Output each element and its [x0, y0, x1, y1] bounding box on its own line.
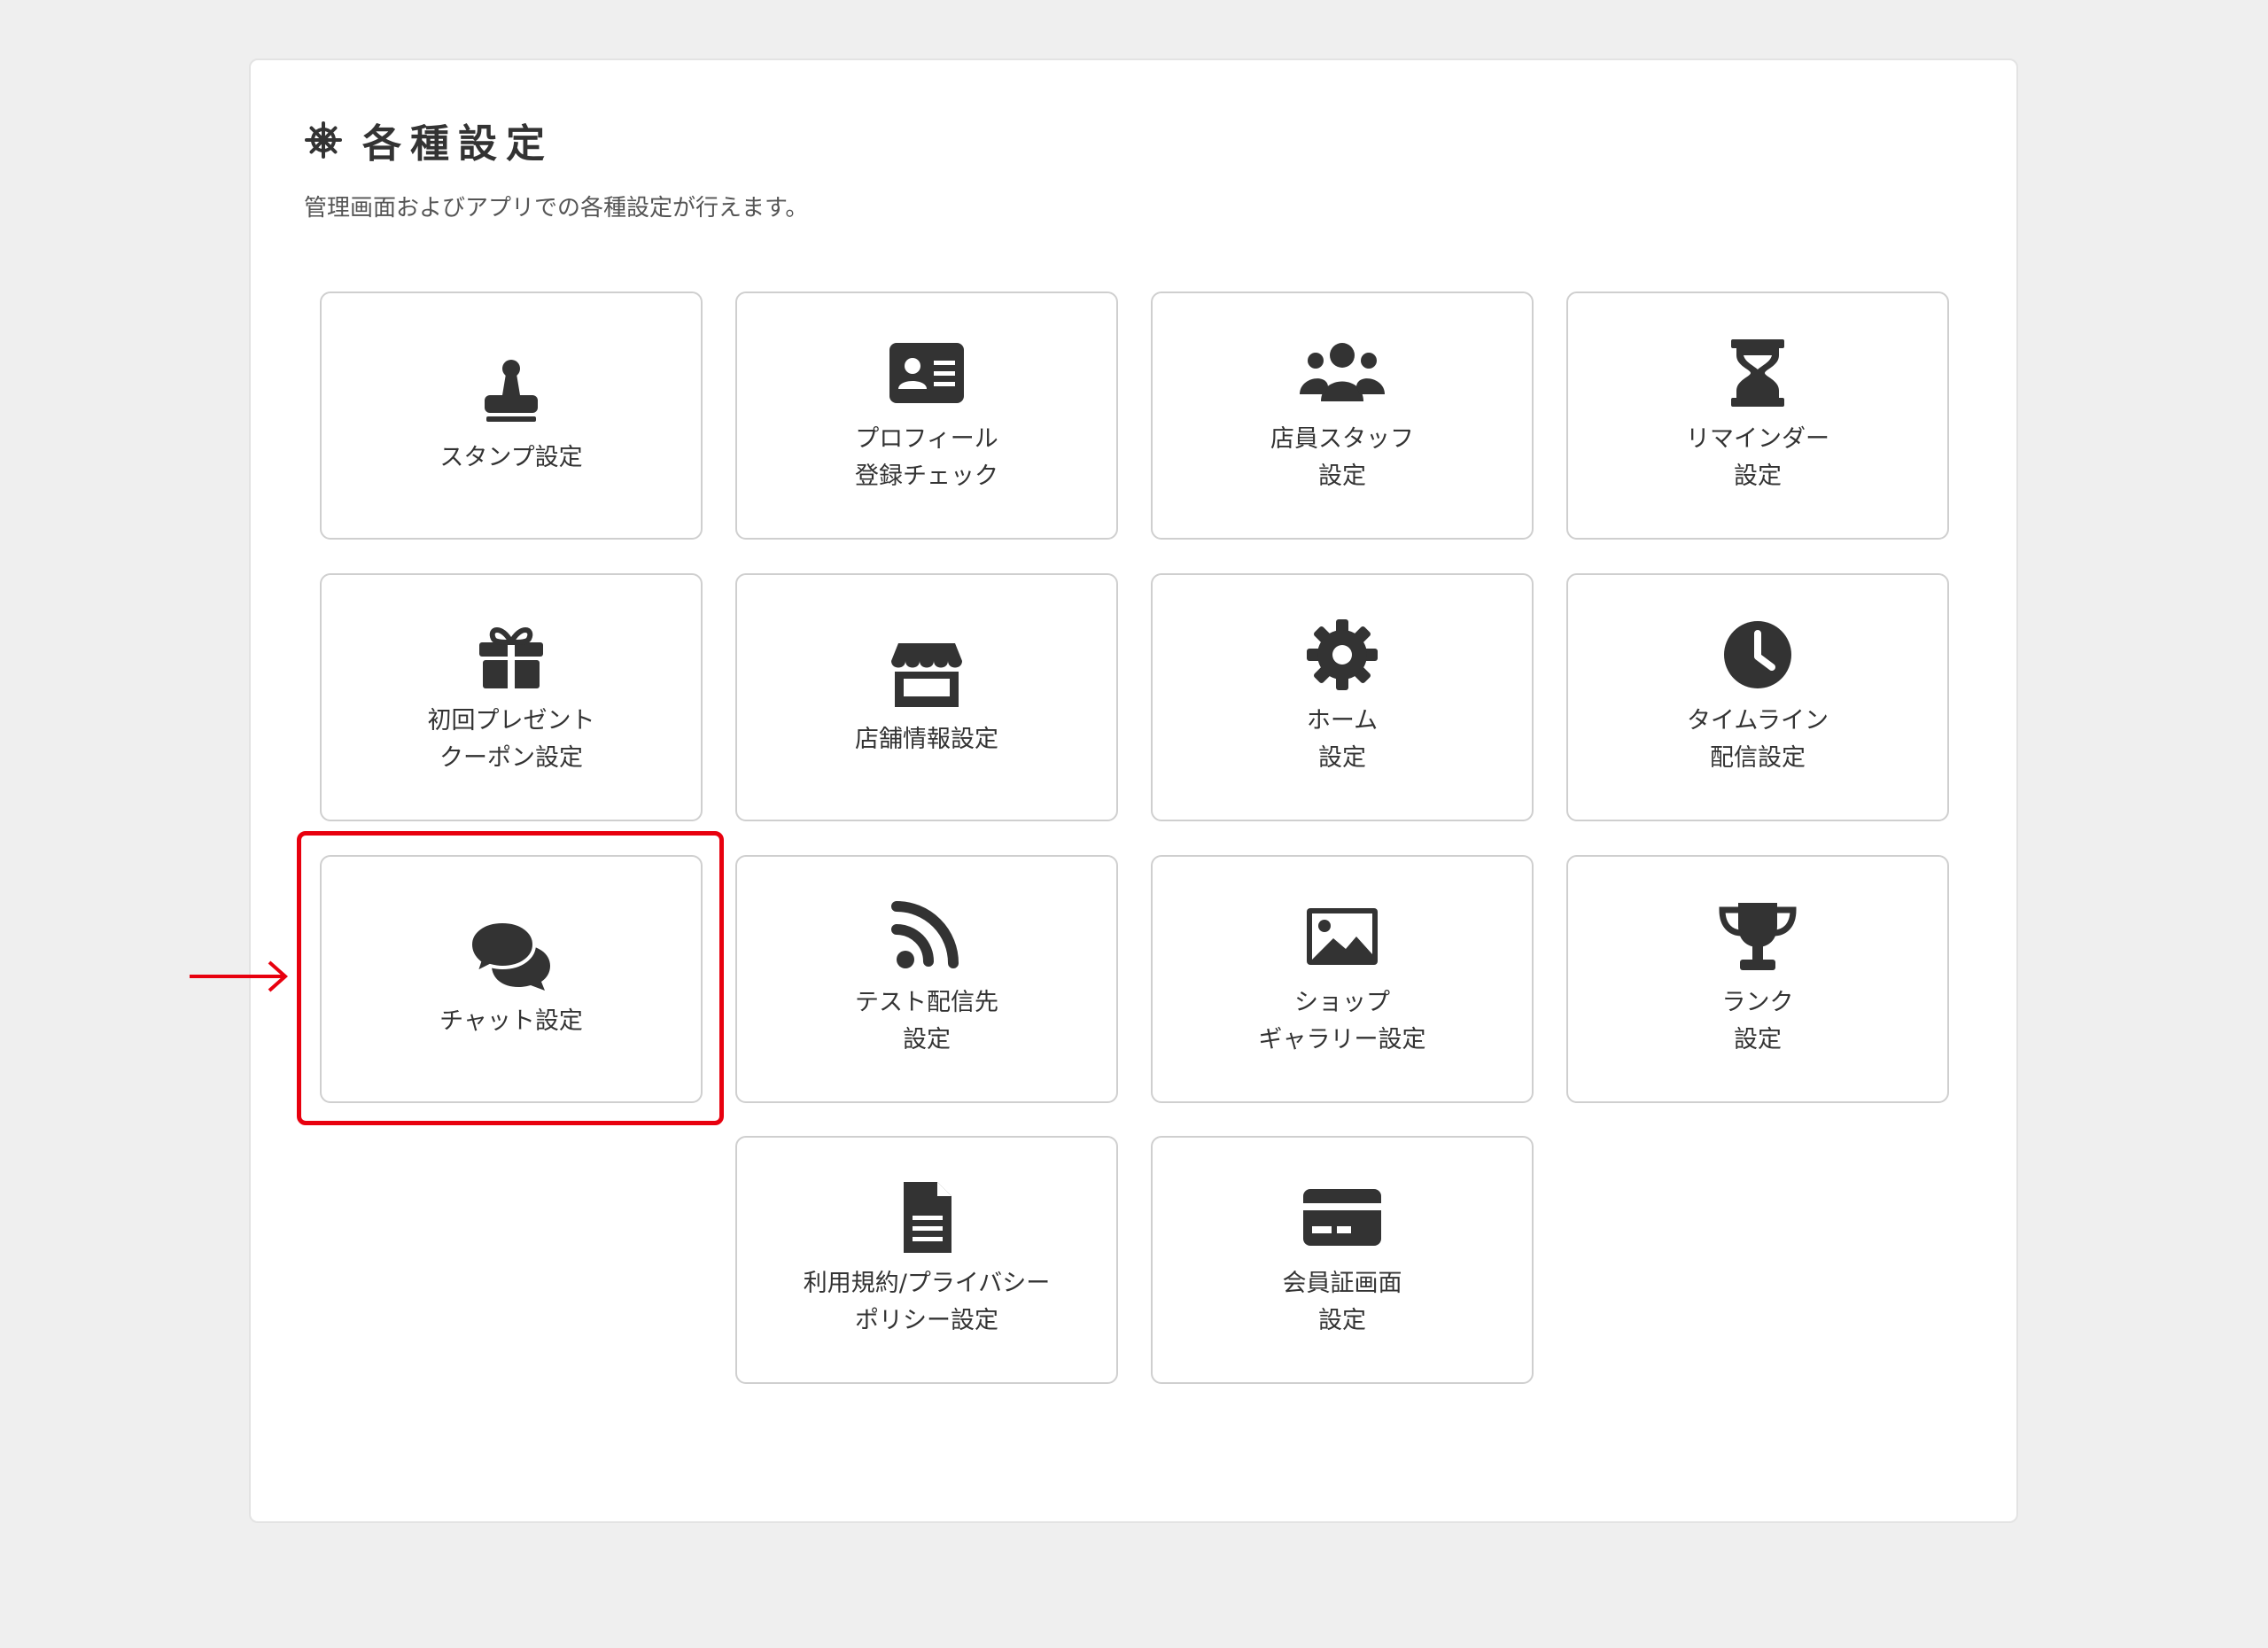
- settings-tile-image[interactable]: ショップギャラリー設定: [1151, 855, 1534, 1103]
- settings-tile-label-line: 利用規約/プライバシー: [803, 1270, 1051, 1297]
- settings-tile-label-line: 店員スタッフ: [1270, 425, 1414, 453]
- settings-tile-label: ランク 設定: [1722, 984, 1794, 1059]
- document-icon: [882, 1180, 971, 1255]
- settings-tile-label: プロフィール 登録チェック: [855, 421, 998, 495]
- settings-tile-stamp[interactable]: スタンプ設定: [320, 292, 703, 540]
- settings-tile-label: ショップギャラリー設定: [1259, 984, 1426, 1059]
- settings-tile-hourglass[interactable]: リマインダー 設定: [1566, 292, 1949, 540]
- settings-tile-label-line: 配信設定: [1710, 744, 1806, 772]
- settings-tile-label-line: 設定: [1318, 1307, 1366, 1334]
- page-description: 管理画面およびアプリでの各種設定が行えます。: [304, 195, 809, 222]
- helm-gear-icon: [304, 120, 343, 159]
- settings-tile-label-line: 設定: [1734, 463, 1782, 490]
- settings-tile-label-line: スタンプ設定: [439, 444, 583, 471]
- settings-tile-label-line: 初回プレゼント: [427, 707, 595, 735]
- gear-icon: [1298, 618, 1386, 692]
- settings-tile-label-line: テスト配信先: [855, 989, 998, 1016]
- settings-tile-users[interactable]: 店員スタッフ 設定: [1151, 292, 1534, 540]
- clock-icon: [1713, 618, 1802, 692]
- settings-tile-label: 初回プレゼント クーポン設定: [428, 703, 595, 777]
- settings-tile-label: タイムライン 配信設定: [1687, 703, 1829, 777]
- settings-tile-label: 店舗情報設定: [855, 721, 998, 758]
- rss-icon: [882, 899, 971, 974]
- settings-tile-label: チャット設定: [439, 1003, 583, 1040]
- page-title: 各種設定: [304, 113, 554, 167]
- settings-tile-label-line: リマインダー: [1686, 425, 1829, 453]
- users-icon: [1298, 336, 1386, 410]
- settings-tile-label-line: 登録チェック: [855, 463, 998, 490]
- settings-tile-chat-bubbles[interactable]: チャット設定: [320, 855, 703, 1103]
- settings-tile-clock[interactable]: タイムライン 配信設定: [1566, 573, 1949, 821]
- settings-tile-label-line: ポリシー設定: [855, 1307, 998, 1334]
- chat-bubbles-icon: [467, 918, 555, 992]
- settings-tile-document[interactable]: 利用規約/プライバシー ポリシー設定: [735, 1136, 1118, 1384]
- settings-tile-label-line: 設定: [903, 1026, 951, 1053]
- settings-tile-label-line: 会員証画面: [1282, 1270, 1402, 1297]
- settings-tile-label: 利用規約/プライバシー ポリシー設定: [804, 1265, 1051, 1340]
- settings-tile-label: 会員証画面 設定: [1283, 1265, 1402, 1340]
- settings-tile-label-line: 設定: [1317, 744, 1366, 772]
- settings-tile-label-line: 設定: [1318, 463, 1366, 490]
- settings-tile-rss[interactable]: テスト配信先 設定: [735, 855, 1118, 1103]
- settings-tile-label-line: クーポン設定: [439, 744, 583, 772]
- settings-tile-label-line: タイムライン: [1686, 707, 1829, 735]
- id-card-icon: [882, 336, 971, 410]
- settings-tile-label: 店員スタッフ 設定: [1270, 421, 1414, 495]
- settings-tile-label: ホーム 設定: [1307, 703, 1378, 777]
- store-icon: [882, 636, 971, 711]
- credit-card-icon: [1298, 1180, 1386, 1255]
- settings-tile-credit-card[interactable]: 会員証画面 設定: [1151, 1136, 1534, 1384]
- settings-tile-gift[interactable]: 初回プレゼント クーポン設定: [320, 573, 703, 821]
- settings-tile-label-line: チャット設定: [439, 1007, 583, 1035]
- settings-tile-label-line: ランク: [1721, 989, 1794, 1016]
- gift-icon: [467, 618, 555, 692]
- settings-tile-id-card[interactable]: プロフィール 登録チェック: [735, 292, 1118, 540]
- settings-tile-label-line: 設定: [1734, 1026, 1782, 1053]
- settings-tile-label-line: ホーム: [1306, 707, 1379, 735]
- settings-tile-trophy[interactable]: ランク 設定: [1566, 855, 1949, 1103]
- settings-tile-store[interactable]: 店舗情報設定: [735, 573, 1118, 821]
- hourglass-icon: [1713, 336, 1802, 410]
- image-icon: [1298, 899, 1386, 974]
- settings-tile-label-line: 店舗情報設定: [855, 726, 998, 753]
- trophy-icon: [1713, 899, 1802, 974]
- page-title-text: 各種設定: [362, 121, 554, 167]
- settings-tile-label-line: プロフィール: [855, 425, 998, 453]
- settings-tile-gear[interactable]: ホーム 設定: [1151, 573, 1534, 821]
- settings-tile-label: スタンプ設定: [439, 439, 582, 477]
- settings-tile-label-line: ギャラリー設定: [1258, 1026, 1426, 1053]
- stamp-icon: [467, 354, 555, 429]
- settings-tile-label-line: ショップ: [1294, 989, 1390, 1016]
- settings-tile-label: リマインダー 設定: [1686, 421, 1829, 495]
- settings-tile-label: テスト配信先 設定: [855, 984, 998, 1059]
